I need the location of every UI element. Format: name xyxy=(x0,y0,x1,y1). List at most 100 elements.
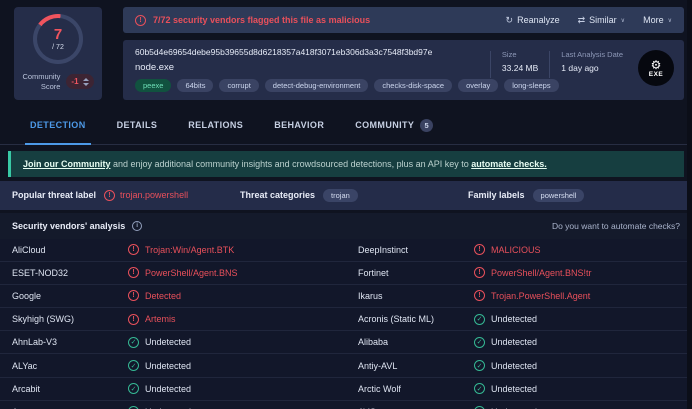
clean-check-icon: ✓ xyxy=(474,383,485,395)
malicious-icon: ! xyxy=(128,244,139,256)
community-score-label: Community Score xyxy=(22,72,61,91)
result-text: MALICIOUS xyxy=(491,244,541,255)
detections-total: / 72 xyxy=(52,44,64,51)
vendor-result: ! MALICIOUS xyxy=(474,244,541,256)
malicious-icon: ! xyxy=(128,290,139,302)
table-row: Arcabit ✓ Undetected xyxy=(0,378,346,401)
vendor-name: Arcabit xyxy=(12,383,41,394)
join-community-link[interactable]: Join our Community xyxy=(23,159,111,169)
vendor-name: Skyhigh (SWG) xyxy=(12,314,75,325)
popular-threat-value[interactable]: ! trojan.powershell xyxy=(104,189,188,201)
table-row: AVG✓Undetected xyxy=(346,401,692,409)
file-details-card: 60b5d4e69654debe95b39655d8d6218357a418f3… xyxy=(123,40,684,100)
tag-detect-debug-environment[interactable]: detect-debug-environment xyxy=(264,79,369,92)
family-label-pill[interactable]: powershell xyxy=(532,188,585,202)
result-text: Undetected xyxy=(491,383,538,394)
vendor-results-table: AliCloud! Trojan:Win/Agent.BTK ESET-NOD32!… xyxy=(0,238,692,409)
file-hash[interactable]: 60b5d4e69654debe95b39655d8d6218357a418f3… xyxy=(135,47,478,57)
clean-check-icon: ✓ xyxy=(128,336,139,348)
tag-64bits[interactable]: 64bits xyxy=(177,79,214,92)
vendor-result: ✓ Undetected xyxy=(474,313,538,325)
table-row: Fortinet! PowerShell/Agent.BNS!tr xyxy=(346,262,692,285)
automate-checks-prompt[interactable]: Do you want to automate checks? xyxy=(552,221,680,231)
table-row: Google! Detected xyxy=(0,285,346,309)
vote-down-icon[interactable] xyxy=(82,82,89,86)
community-votes[interactable]: -1 xyxy=(66,74,94,90)
warning-icon: ! xyxy=(104,189,116,201)
automate-checks-link[interactable]: automate checks. xyxy=(471,159,547,169)
last-analysis-date: Last Analysis Date 1 day ago xyxy=(561,50,623,73)
table-row: AhnLab-V3 ✓ Undetected xyxy=(0,331,346,355)
threat-category-pill[interactable]: trojan xyxy=(323,188,358,202)
tag-checks-disk-space[interactable]: checks-disk-space xyxy=(374,79,453,92)
file-tags: peexe 64bits corrupt detect-debug-environme… xyxy=(135,79,559,92)
table-row: Alibaba ✓ Undetected xyxy=(346,331,692,355)
result-text: Undetected xyxy=(491,337,538,348)
tab-behavior[interactable]: BEHAVIOR xyxy=(274,107,324,144)
vendor-name: Fortinet xyxy=(358,267,389,278)
tab-relations[interactable]: RELATIONS xyxy=(188,107,243,144)
community-count-badge: 5 xyxy=(420,118,434,132)
tab-community[interactable]: COMMUNITY 5 xyxy=(355,107,434,144)
similar-button[interactable]: ⇄ Similar ∨ xyxy=(578,15,625,26)
threat-categories-label: Threat categories xyxy=(240,190,316,200)
vendor-name: Alibaba xyxy=(358,337,389,348)
malicious-icon: ! xyxy=(474,267,485,279)
vendor-name: Acronis (Static ML) xyxy=(358,314,435,325)
gear-icon: ⚙ xyxy=(650,57,662,72)
clean-check-icon: ✓ xyxy=(128,360,139,372)
result-text: Undetected xyxy=(491,360,538,371)
clean-check-icon: ✓ xyxy=(474,313,485,325)
table-row: ESET-NOD32! PowerShell/Agent.BNS xyxy=(0,262,346,285)
alert-text: 7/72 security vendors flagged this file … xyxy=(153,15,371,25)
table-row: Antiy-AVL ✓ Undetected xyxy=(346,354,692,378)
virustotal-detection-page: 7 / 72 Community Score -1 ! 7/72 securit… xyxy=(0,0,692,409)
clean-check-icon: ✓ xyxy=(128,383,139,395)
malicious-icon: ! xyxy=(128,313,139,325)
vendor-result: ✓ Undetected xyxy=(128,336,191,348)
vendor-name: Ikarus xyxy=(358,290,383,301)
reanalyze-button[interactable]: ↻ Reanalyze xyxy=(506,15,560,26)
result-text: PowerShell/Agent.BNS!tr xyxy=(491,267,592,278)
detections-count: 7 xyxy=(53,26,63,43)
vendors-analysis-header: Security vendors' analysis i Do you want… xyxy=(0,212,692,239)
result-text: Undetected xyxy=(145,360,192,371)
clean-check-icon: ✓ xyxy=(474,360,485,372)
vendor-result: ✓ Undetected xyxy=(128,360,192,372)
tab-detection[interactable]: DETECTION xyxy=(25,107,91,145)
vendor-name: Arctic Wolf xyxy=(358,383,401,394)
scrollbar[interactable] xyxy=(687,0,692,409)
file-type-exe-badge: ⚙ EXE xyxy=(638,50,674,86)
table-row: Skyhigh (SWG)! Artemis xyxy=(0,308,346,332)
chevron-down-icon: ∨ xyxy=(620,17,626,24)
community-score-card: 7 / 72 Community Score -1 xyxy=(14,7,102,100)
threat-classification-row: Popular threat label ! trojan.powershell… xyxy=(0,180,692,210)
tab-details[interactable]: DETAILS xyxy=(117,107,158,144)
file-report-header: 7 / 72 Community Score -1 ! 7/72 securit… xyxy=(0,0,692,107)
vendor-result: ! Trojan:Win/Agent.BTK xyxy=(128,244,235,256)
result-text: Trojan:Win/Agent.BTK xyxy=(145,244,235,255)
more-button[interactable]: More ∨ xyxy=(643,15,672,25)
malicious-icon: ! xyxy=(128,267,139,279)
tag-peexe[interactable]: peexe xyxy=(135,79,172,92)
table-row: Ikarus! Trojan.PowerShell.Agent xyxy=(346,285,692,309)
table-row: DeepInstinct ! MALICIOUS xyxy=(346,239,692,262)
result-text: Artemis xyxy=(145,314,176,325)
vote-up-icon[interactable] xyxy=(82,77,89,81)
vendor-name: Google xyxy=(12,290,42,301)
vendor-name: AhnLab-V3 xyxy=(12,337,58,348)
table-row: Acronis (Static ML) ✓ Undetected xyxy=(346,308,692,332)
vendor-name: DeepInstinct xyxy=(358,244,409,255)
file-size: Size 33.24 MB xyxy=(501,50,539,73)
table-row: AliCloud! Trojan:Win/Agent.BTK xyxy=(0,239,346,262)
table-row: Arctic Wolf ✓ Undetected xyxy=(346,378,692,401)
info-icon[interactable]: i xyxy=(132,220,143,231)
tag-corrupt[interactable]: corrupt xyxy=(219,79,259,92)
vendor-name: Antiy-AVL xyxy=(358,360,398,371)
result-text: Undetected xyxy=(491,314,538,325)
vendors-analysis-title: Security vendors' analysis xyxy=(12,220,126,231)
vendor-result: ! Artemis xyxy=(128,313,176,325)
malicious-alert-bar: ! 7/72 security vendors flagged this fil… xyxy=(123,7,684,33)
vendor-result: ✓ Undetected xyxy=(474,336,538,348)
file-name: node.exe xyxy=(135,62,175,73)
